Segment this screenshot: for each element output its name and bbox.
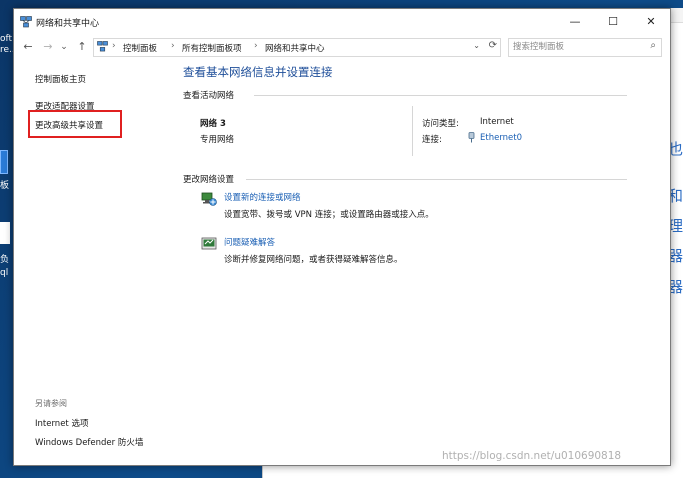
address-field[interactable]: › 控制面板 › 所有控制面板项 › 网络和共享中心 ⌄ ⟳ — [93, 38, 501, 57]
see-also-label: 另请参阅 — [35, 399, 67, 408]
breadcrumb-separator-icon[interactable]: › — [112, 41, 116, 51]
address-dropdown-icon[interactable]: ⌄ — [473, 41, 480, 50]
access-type-value: Internet — [480, 117, 514, 127]
network-sharing-center-window[interactable]: 网络和共享中心 — ☐ ✕ ← → ⌄ ↑ › 控制面板 › 所有控制面板项 ›… — [13, 8, 671, 466]
setup-new-connection-link[interactable]: 设置新的连接或网络 — [224, 191, 301, 203]
page-title: 查看基本网络信息并设置连接 — [183, 65, 333, 79]
troubleshoot-icon — [201, 237, 217, 250]
nav-control-panel-home[interactable]: 控制面板主页 — [35, 73, 86, 85]
access-type-label: 访问类型: — [422, 119, 459, 129]
breadcrumb-separator-icon[interactable]: › — [254, 41, 258, 51]
highlight-annotation-box — [28, 110, 122, 138]
new-connection-icon — [201, 192, 217, 206]
title-bar[interactable]: 网络和共享中心 — ☐ ✕ — [14, 9, 670, 35]
breadcrumb-network-center[interactable]: 网络和共享中心 — [265, 42, 325, 54]
minimize-button[interactable]: — — [556, 9, 594, 35]
breadcrumb-separator-icon[interactable]: › — [171, 41, 175, 51]
link-windows-firewall[interactable]: Windows Defender 防火墙 — [35, 436, 143, 448]
search-icon[interactable]: ⌕ — [650, 40, 656, 51]
refresh-icon[interactable]: ⟳ — [489, 40, 497, 51]
active-networks-label: 查看活动网络 — [183, 91, 235, 101]
control-panel-icon — [97, 41, 108, 52]
network-center-icon — [20, 16, 32, 28]
connection-label: 连接: — [422, 135, 442, 145]
search-input[interactable] — [509, 39, 641, 54]
network-type-link[interactable]: 专用网络 — [200, 133, 234, 145]
link-internet-options[interactable]: Internet 选项 — [35, 417, 88, 429]
ethernet-connection-link[interactable]: Ethernet0 — [480, 133, 522, 143]
maximize-button[interactable]: ☐ — [594, 9, 632, 35]
troubleshoot-link[interactable]: 问题疑难解答 — [224, 236, 275, 248]
desktop-label-3: 板 — [0, 181, 10, 191]
breadcrumb-all-items[interactable]: 所有控制面板项 — [182, 42, 242, 54]
search-box[interactable]: ⌕ — [508, 38, 662, 57]
section-divider — [246, 179, 627, 180]
recent-locations-chevron-icon[interactable]: ⌄ — [58, 39, 70, 55]
navigation-bar: ← → ⌄ ↑ › 控制面板 › 所有控制面板项 › 网络和共享中心 ⌄ ⟳ ⌕ — [14, 35, 670, 59]
breadcrumb-control-panel[interactable]: 控制面板 — [123, 42, 157, 54]
desktop-label-5: ql — [0, 268, 9, 278]
desktop-label-4: 负 — [0, 255, 10, 265]
forward-arrow-icon[interactable]: → — [40, 39, 56, 55]
watermark-text: https://blog.csdn.net/u010690818 — [442, 450, 622, 462]
section-divider — [254, 95, 627, 96]
up-arrow-icon[interactable]: ↑ — [74, 39, 90, 55]
desktop-label-1: oft — [0, 34, 13, 44]
change-settings-label: 更改网络设置 — [183, 175, 235, 185]
network-name: 网络 3 — [200, 119, 226, 129]
desktop-icon[interactable] — [0, 150, 8, 174]
troubleshoot-desc: 诊断并修复网络问题，或者获得疑难解答信息。 — [224, 255, 403, 265]
back-arrow-icon[interactable]: ← — [20, 39, 36, 55]
network-divider — [412, 106, 413, 156]
close-button[interactable]: ✕ — [632, 9, 670, 35]
window-title: 网络和共享中心 — [36, 19, 100, 29]
setup-new-connection-desc: 设置宽带、拨号或 VPN 连接；或设置路由器或接入点。 — [224, 210, 434, 220]
desktop-file-icon[interactable] — [0, 222, 10, 244]
ethernet-icon — [468, 132, 475, 143]
